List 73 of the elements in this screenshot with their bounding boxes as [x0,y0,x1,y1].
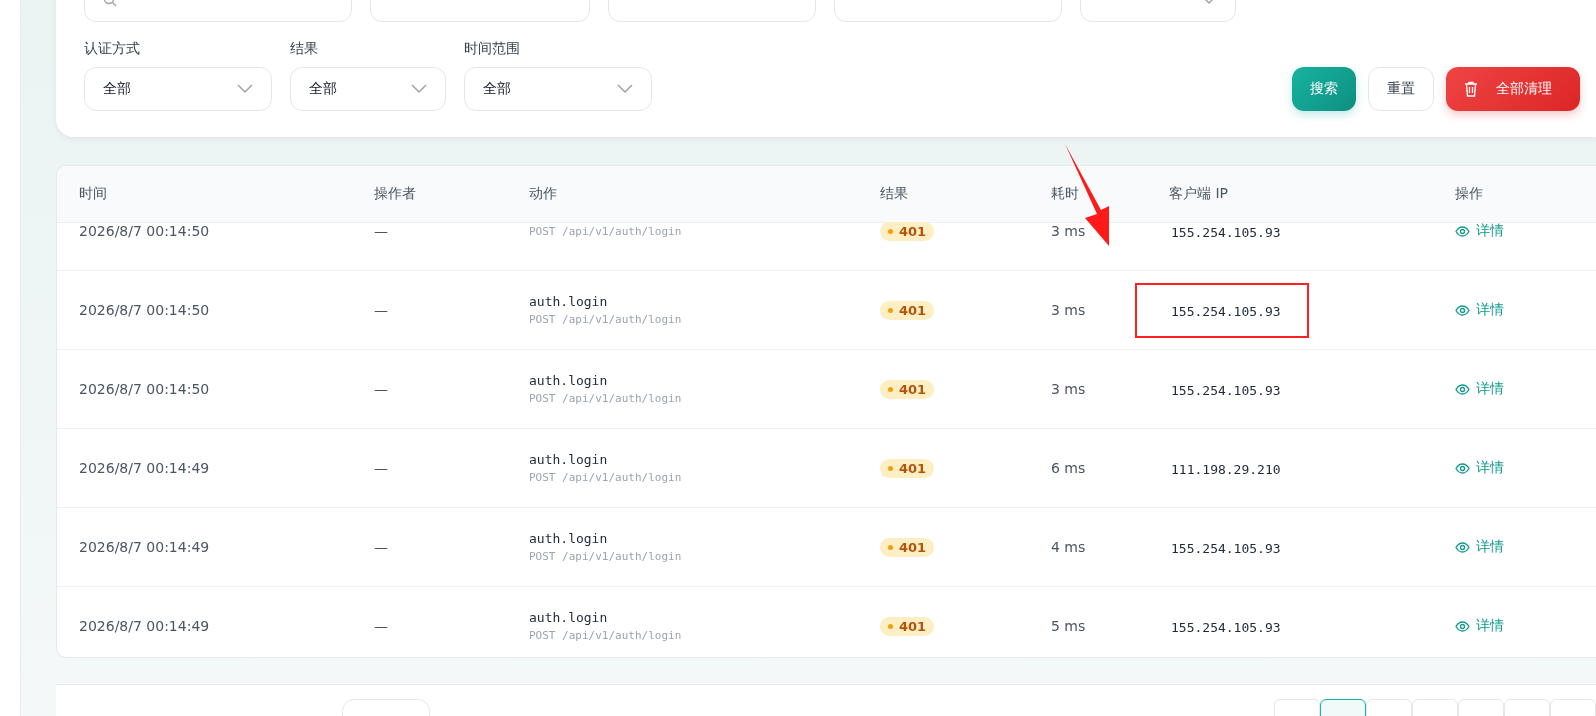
column-header: 操作者 [374,185,417,203]
details-link[interactable]: 详情 [1455,538,1504,556]
operator-cell-text: — [374,460,389,476]
details-link[interactable]: 详情 [1455,617,1504,635]
trash-icon [1464,81,1478,97]
status-badge: 401 [880,300,935,320]
column-header: 时间 [79,185,108,203]
request-path: POST /api/v1/auth/login [529,629,683,642]
request-path: POST /api/v1/auth/login [529,313,683,326]
duration-cell-text: 5 ms [1051,618,1087,634]
details-link[interactable]: 详情 [1455,459,1504,477]
status-badge: 401 [880,616,935,636]
ip-cell-text: 155.254.105.93 [1170,539,1282,558]
details-link[interactable]: 详情 [1455,222,1504,240]
request-path: POST /api/v1/auth/login [529,550,683,563]
ip-cell-text: 155.254.105.93 [1170,618,1282,637]
chevron-down-icon [411,84,427,94]
duration-cell-text: 6 ms [1051,460,1087,476]
request-path: POST /api/v1/auth/login [529,224,683,238]
duration-cell-text: 3 ms [1051,381,1087,397]
time-cell-text: 2026/8/7 00:14:50 [79,302,211,318]
ip-cell-text: 111.198.29.210 [1170,460,1282,479]
eye-icon [1455,462,1470,474]
select-field[interactable]: 全部 [290,67,446,111]
clear-all-button[interactable]: 全部清理 [1446,67,1580,111]
column-header: 结果 [880,185,909,203]
status-badge: 401 [880,537,935,557]
duration-cell-text: 3 ms [1051,223,1087,239]
time-cell-text: 2026/8/7 00:14:49 [79,460,211,476]
chevron-down-icon [237,84,253,94]
ip-cell-text: 155.254.105.93 [1170,381,1282,400]
duration-cell-text: 4 ms [1051,539,1087,555]
select-field[interactable]: 全部 [464,67,652,111]
time-cell-text: 2026/8/7 00:14:49 [79,539,211,555]
eye-icon [1455,620,1470,632]
status-badge: 401 [880,222,935,241]
status-badge: 401 [880,458,935,478]
eye-icon [1455,304,1470,316]
action-name: auth.login [529,294,609,309]
details-link[interactable]: 详情 [1455,380,1504,398]
request-path: POST /api/v1/auth/login [529,392,683,405]
chevron-down-icon [617,84,633,94]
status-badge: 401 [880,379,935,399]
duration-cell-text: 3 ms [1051,302,1087,318]
eye-icon [1455,225,1470,237]
column-header: 耗时 [1051,185,1080,203]
search-button[interactable]: 搜索 [1292,67,1356,111]
action-name: auth.login [529,373,609,388]
operator-cell-text: — [374,302,389,318]
column-header: 操作 [1455,185,1484,203]
action-name: auth.login [529,610,609,625]
column-header: 动作 [529,185,558,203]
filter-label: 时间范围 [464,40,521,58]
eye-icon [1455,383,1470,395]
select-field[interactable]: 全部 [84,67,272,111]
highlight-box: 155.254.105.93 [1135,282,1309,338]
filter-label: 结果 [290,40,319,58]
time-cell-text: 2026/8/7 00:14:50 [79,223,211,239]
reset-button[interactable]: 重置 [1368,67,1434,111]
request-path: POST /api/v1/auth/login [529,471,683,484]
operator-cell-text: — [374,381,389,397]
time-cell-text: 2026/8/7 00:14:49 [79,618,211,634]
action-name: auth.login [529,452,609,467]
operator-cell-text: — [374,539,389,555]
time-cell-text: 2026/8/7 00:14:50 [79,381,211,397]
ip-cell-text: 155.254.105.93 [1170,223,1282,242]
eye-icon [1455,541,1470,553]
details-link[interactable]: 详情 [1455,301,1504,319]
operator-cell-text: — [374,618,389,634]
action-name: auth.login [529,531,609,546]
column-header: 客户端 IP [1169,185,1230,203]
operator-cell-text: — [374,223,389,239]
filter-label: 认证方式 [84,40,141,58]
